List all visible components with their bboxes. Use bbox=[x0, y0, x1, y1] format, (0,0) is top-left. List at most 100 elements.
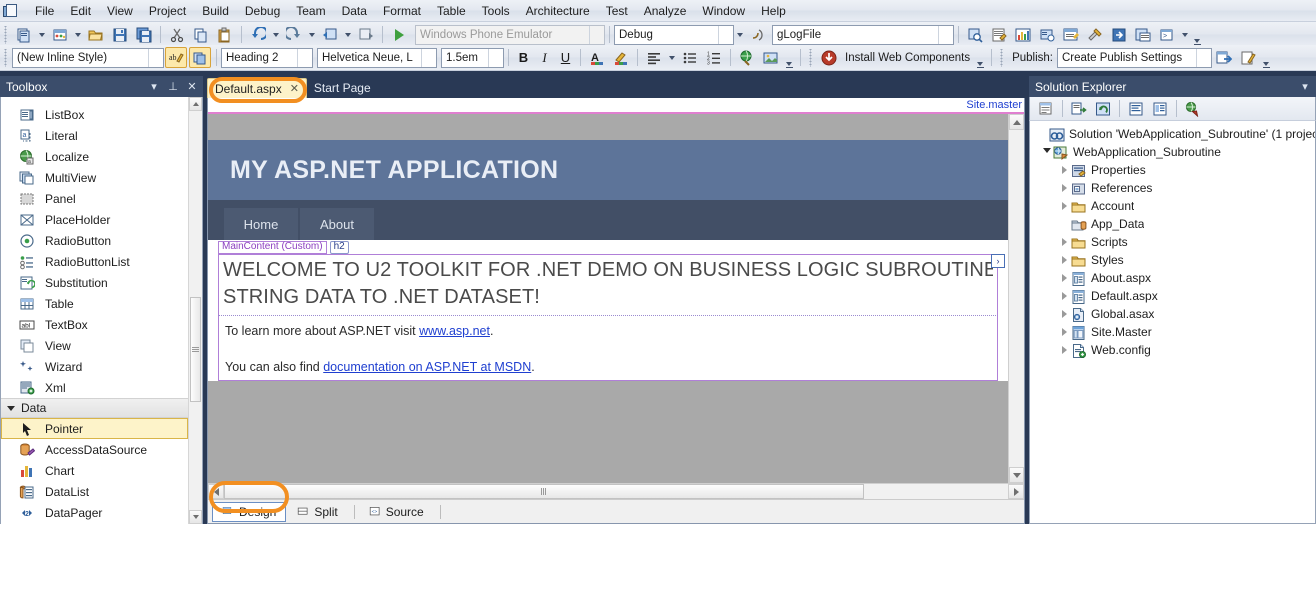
toolbox-item-chart[interactable]: Chart bbox=[1, 460, 188, 481]
publish-toolbar-overflow-icon[interactable] bbox=[1263, 48, 1270, 68]
start-debugging-icon[interactable] bbox=[388, 24, 410, 45]
menu-item-format[interactable]: Format bbox=[375, 1, 429, 21]
toolbox-item-view[interactable]: View bbox=[1, 335, 188, 356]
toolbox-item-pointer[interactable]: Pointer bbox=[1, 418, 188, 439]
toolbox-group-data[interactable]: Data bbox=[1, 398, 188, 418]
document-tab-default-aspx[interactable]: Default.aspx ✕ bbox=[207, 78, 307, 98]
font-family-dropdown-icon[interactable] bbox=[421, 48, 436, 67]
configuration-combo[interactable]: Debug bbox=[614, 24, 734, 45]
toolbox-item-wizard[interactable]: Wizard bbox=[1, 356, 188, 377]
block-format-combo[interactable]: Heading 2 bbox=[221, 47, 313, 68]
copy-website-icon[interactable] bbox=[1182, 98, 1204, 119]
expander-closed-icon[interactable] bbox=[1058, 292, 1071, 300]
format-toolbar-overflow-icon[interactable] bbox=[786, 48, 793, 68]
object-browser-icon[interactable] bbox=[1012, 24, 1034, 45]
install-web-components-icon[interactable] bbox=[818, 47, 840, 68]
tree-node-web-config[interactable]: Web.config bbox=[1030, 341, 1315, 359]
cut-icon[interactable] bbox=[166, 24, 188, 45]
find-combo-dropdown-icon[interactable] bbox=[938, 25, 953, 44]
master-page-link[interactable]: Site.master bbox=[966, 99, 1022, 111]
tree-node-default-aspx[interactable]: Default.aspx bbox=[1030, 287, 1315, 305]
scroll-left-icon[interactable] bbox=[208, 484, 224, 499]
tree-node-site-master[interactable]: Site.Master bbox=[1030, 323, 1315, 341]
scroll-up-icon[interactable] bbox=[1009, 114, 1024, 130]
menu-item-window[interactable]: Window bbox=[694, 1, 753, 21]
italic-button[interactable]: I bbox=[534, 48, 555, 68]
new-project-dropdown-icon[interactable] bbox=[39, 32, 45, 37]
menu-item-test[interactable]: Test bbox=[598, 1, 636, 21]
navigate-forward-doc-icon[interactable] bbox=[355, 24, 377, 45]
toolbox-item-panel[interactable]: Panel bbox=[1, 188, 188, 209]
new-website-icon[interactable] bbox=[49, 24, 71, 45]
toolbox-item-table[interactable]: Table bbox=[1, 293, 188, 314]
properties-icon[interactable] bbox=[1035, 98, 1057, 119]
attach-style-sheet-icon[interactable] bbox=[189, 47, 211, 68]
align-dropdown-icon[interactable] bbox=[669, 55, 675, 60]
font-size-dropdown-icon[interactable] bbox=[488, 48, 503, 67]
close-icon[interactable]: ✕ bbox=[184, 79, 200, 95]
menu-item-help[interactable]: Help bbox=[753, 1, 794, 21]
undo-dropdown-icon[interactable] bbox=[273, 32, 279, 37]
toolbar-grip[interactable] bbox=[3, 25, 10, 44]
window-dropdown-icon[interactable]: ▾ bbox=[1297, 79, 1313, 95]
toolbox-item-radiobuttonlist[interactable]: RadioButtonList bbox=[1, 251, 188, 272]
expander-closed-icon[interactable] bbox=[1058, 310, 1071, 318]
msdn-documentation-link[interactable]: documentation on ASP.NET at MSDN bbox=[323, 360, 531, 374]
configuration-dropdown-icon[interactable] bbox=[718, 25, 733, 44]
horizontal-scroll-track[interactable] bbox=[224, 484, 1008, 499]
paste-icon[interactable] bbox=[214, 24, 236, 45]
toolbox-item-listbox[interactable]: ListBox bbox=[1, 104, 188, 125]
menu-item-table[interactable]: Table bbox=[429, 1, 474, 21]
scroll-down-icon[interactable] bbox=[1009, 467, 1024, 483]
align-left-icon[interactable] bbox=[643, 47, 665, 68]
content-placeholder-tag[interactable]: MainContent (Custom) bbox=[218, 240, 327, 254]
webcomponents-toolbar-overflow-icon[interactable] bbox=[977, 48, 985, 68]
refresh-icon[interactable] bbox=[1092, 98, 1114, 119]
insert-picture-icon[interactable] bbox=[760, 47, 782, 68]
bold-button[interactable]: B bbox=[513, 48, 534, 68]
heading-element[interactable]: WELCOME TO U2 TOOLKIT FOR .NET DEMO ON B… bbox=[218, 254, 1005, 316]
toolbox-scrollbar[interactable] bbox=[188, 97, 202, 524]
toolbox-item-xml[interactable]: Xml bbox=[1, 377, 188, 398]
toolbox-item-literal[interactable]: a Literal bbox=[1, 125, 188, 146]
tree-node-about-aspx[interactable]: About.aspx bbox=[1030, 269, 1315, 287]
show-all-files-icon[interactable] bbox=[1068, 98, 1090, 119]
menu-item-tools[interactable]: Tools bbox=[474, 1, 518, 21]
toolbox-item-datapager[interactable]: 2 DataPager bbox=[1, 502, 188, 523]
format-toolbar-grip[interactable] bbox=[3, 48, 10, 67]
view-code-icon[interactable] bbox=[1125, 98, 1147, 119]
numbering-icon[interactable]: 123 bbox=[703, 47, 725, 68]
menu-item-architecture[interactable]: Architecture bbox=[518, 1, 598, 21]
navigate-backward-icon[interactable] bbox=[247, 24, 269, 45]
toolbox-scrollbar-thumb[interactable] bbox=[190, 297, 201, 402]
menu-item-analyze[interactable]: Analyze bbox=[636, 1, 695, 21]
toolbox-item-textbox[interactable]: abl TextBox bbox=[1, 314, 188, 335]
publish-settings-combo[interactable]: Create Publish Settings bbox=[1057, 47, 1212, 68]
nav-item-about[interactable]: About bbox=[300, 208, 374, 240]
tree-node-styles[interactable]: Styles bbox=[1030, 251, 1315, 269]
expander-closed-icon[interactable] bbox=[1058, 202, 1071, 210]
menu-item-project[interactable]: Project bbox=[141, 1, 194, 21]
design-surface[interactable]: MY ASP.NET APPLICATION Home About MainCo… bbox=[208, 114, 1024, 483]
navigate-backward-doc-icon[interactable] bbox=[319, 24, 341, 45]
menu-item-view[interactable]: View bbox=[99, 1, 141, 21]
expander-closed-icon[interactable] bbox=[1058, 166, 1071, 174]
element-tag-h2[interactable]: h2 bbox=[329, 240, 349, 254]
new-project-icon[interactable] bbox=[13, 24, 35, 45]
designer-horizontal-scrollbar[interactable] bbox=[208, 483, 1024, 499]
font-size-combo[interactable]: 1.5em bbox=[441, 47, 504, 68]
tree-node-account[interactable]: Account bbox=[1030, 197, 1315, 215]
bullets-icon[interactable] bbox=[679, 47, 701, 68]
new-website-dropdown-icon[interactable] bbox=[75, 32, 81, 37]
expander-closed-icon[interactable] bbox=[1058, 238, 1071, 246]
menu-item-team[interactable]: Team bbox=[288, 1, 333, 21]
webcomponents-toolbar-grip[interactable] bbox=[808, 48, 815, 67]
target-device-combo[interactable]: Windows Phone Emulator bbox=[415, 24, 605, 45]
close-icon[interactable]: ✕ bbox=[290, 82, 299, 95]
extension-manager-icon[interactable] bbox=[1108, 24, 1130, 45]
designer-vertical-scrollbar[interactable] bbox=[1008, 114, 1024, 483]
menu-item-edit[interactable]: Edit bbox=[62, 1, 99, 21]
tree-node-solution[interactable]: Solution 'WebApplication_Subroutine' (1 … bbox=[1030, 125, 1315, 143]
tab-design-view[interactable]: Design bbox=[212, 501, 287, 522]
copy-icon[interactable] bbox=[190, 24, 212, 45]
